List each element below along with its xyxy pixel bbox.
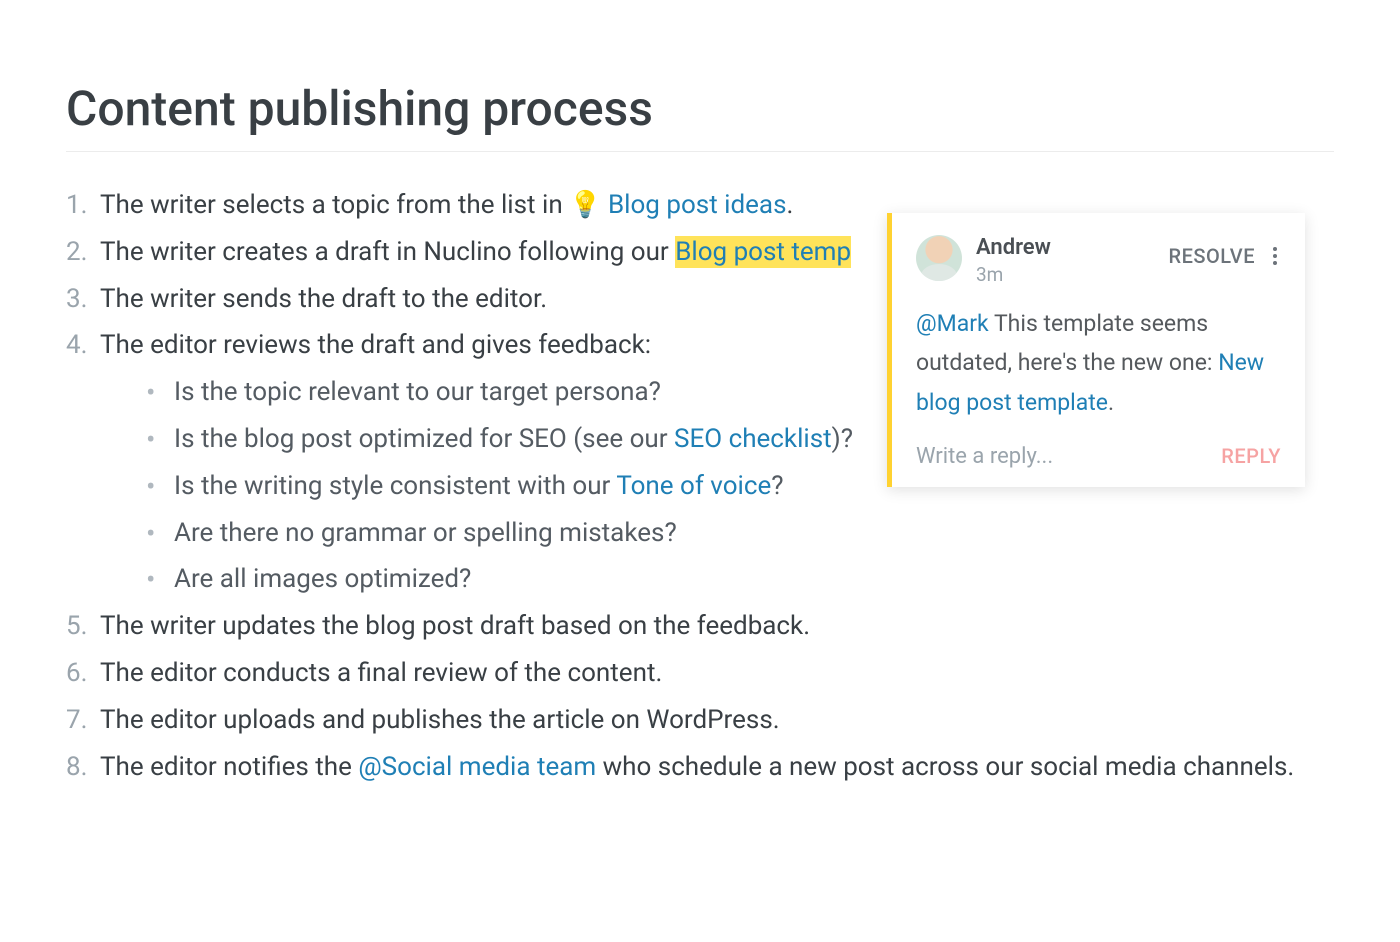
mention-social-media-team[interactable]: @Social media team: [358, 752, 596, 782]
resolve-button[interactable]: RESOLVE: [1169, 244, 1255, 268]
step-text: The editor uploads and publishes the art…: [100, 705, 780, 735]
comment-footer: Write a reply... REPLY: [916, 444, 1281, 469]
comment-author: Andrew: [976, 235, 1169, 261]
link-blog-post-ideas[interactable]: Blog post ideas: [608, 190, 787, 220]
check-text: Is the writing style consistent with our: [174, 471, 616, 501]
check-text: Is the blog post optimized for SEO (see …: [174, 424, 674, 454]
reply-input[interactable]: Write a reply...: [916, 444, 1053, 469]
page-title: Content publishing process: [66, 80, 1334, 152]
comment-card: Andrew 3m RESOLVE @Mark This template se…: [887, 213, 1305, 487]
step-item[interactable]: The editor uploads and publishes the art…: [66, 697, 1334, 744]
mention-mark[interactable]: @Mark: [916, 310, 989, 337]
check-text: Is the topic relevant to our target pers…: [174, 377, 661, 407]
avatar[interactable]: [916, 235, 962, 281]
check-item[interactable]: Are there no grammar or spelling mistake…: [140, 510, 1334, 557]
comment-body: @Mark This template seems outdated, here…: [916, 304, 1281, 421]
check-text: ?: [771, 471, 783, 501]
reply-button[interactable]: REPLY: [1221, 444, 1281, 468]
step-item[interactable]: The writer updates the blog post draft b…: [66, 603, 1334, 650]
step-text: The editor conducts a final review of th…: [100, 658, 662, 688]
more-icon[interactable]: [1269, 243, 1281, 269]
step-text: The writer creates a draft in Nuclino fo…: [100, 237, 675, 267]
step-text: The editor notifies the: [100, 752, 358, 782]
highlighted-link-template[interactable]: Blog post temp: [675, 236, 851, 268]
step-item[interactable]: The editor conducts a final review of th…: [66, 650, 1334, 697]
check-text: Are all images optimized?: [174, 564, 471, 594]
comment-head-text: Andrew 3m: [976, 235, 1169, 286]
step-text: The writer sends the draft to the editor…: [100, 284, 547, 314]
step-text: .: [787, 190, 794, 220]
comment-time: 3m: [976, 263, 1169, 286]
comment-actions: RESOLVE: [1169, 243, 1281, 269]
link-tone-of-voice[interactable]: Tone of voice: [616, 471, 771, 501]
check-text: Are there no grammar or spelling mistake…: [174, 518, 677, 548]
check-text: )?: [832, 424, 853, 454]
step-text: The writer updates the blog post draft b…: [100, 611, 810, 641]
step-item[interactable]: The editor notifies the @Social media te…: [66, 744, 1334, 791]
step-text: who schedule a new post across our socia…: [596, 752, 1294, 782]
check-item[interactable]: Are all images optimized?: [140, 556, 1334, 603]
comment-header: Andrew 3m RESOLVE: [916, 235, 1281, 286]
comment-text: .: [1108, 389, 1114, 416]
step-text: The writer selects a topic from the list…: [100, 190, 608, 220]
step-text: The editor reviews the draft and gives f…: [100, 330, 651, 360]
link-seo-checklist[interactable]: SEO checklist: [674, 424, 832, 454]
